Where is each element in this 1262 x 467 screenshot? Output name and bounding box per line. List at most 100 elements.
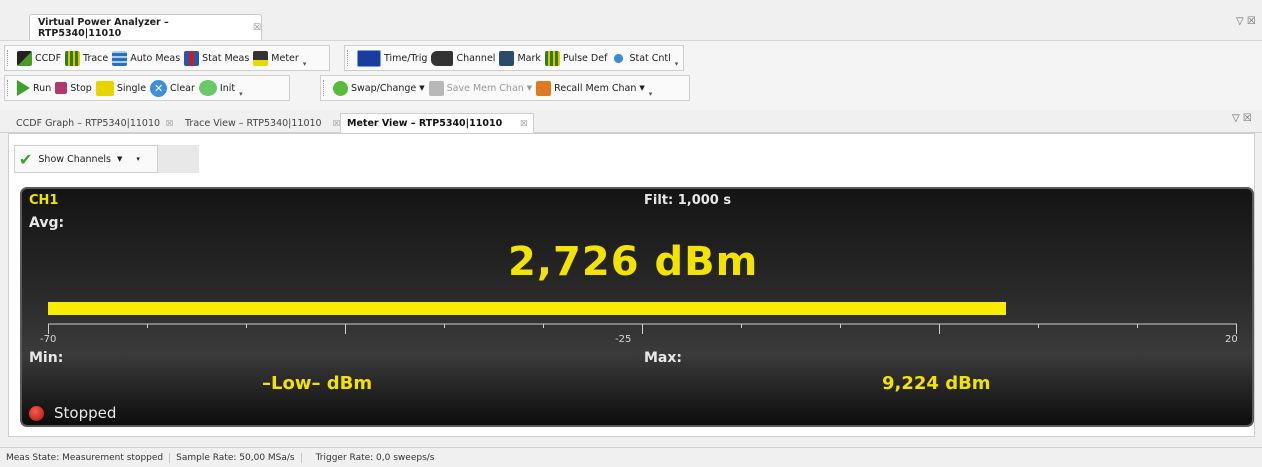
toolbar-views: CCDF Trace Auto Meas Stat Meas Meter ▾ [4,45,330,71]
channel-label: CH1 [29,193,59,208]
auto-meas-label: Auto Meas [130,52,181,64]
play-icon [17,80,30,96]
filter-label: Filt: 1,000 s [644,193,732,208]
time-trig-button[interactable]: Time/Trig [357,49,428,67]
mark-label: Mark [517,52,541,64]
swap-change-button[interactable]: Swap/Change ▼ [333,80,425,96]
pulse-icon [544,50,560,66]
avg-value: 2,726 dBm [508,239,759,285]
channel-label: Channel [456,52,496,64]
single-label: Single [116,82,147,94]
max-label: Max: [644,350,683,366]
power-meter-display: CH1 Filt: 1,000 s Avg: 2,726 dBm -70 -25… [20,187,1254,427]
stop-button[interactable]: Stop [55,82,92,94]
scale-min-label: -70 [40,334,57,345]
recall-icon [536,80,552,96]
stat-meas-button[interactable]: Stat Meas [184,50,250,66]
window-title: Virtual Power Analyzer – RTP5340|11010 [38,17,169,39]
recall-mem-chan-button[interactable]: Recall Mem Chan ▼ [536,80,645,96]
stop-label: Stop [70,82,92,94]
dropdown-arrow-icon: ▼ [419,84,425,92]
trigger-rate-status: Trigger Rate: 0,0 sweeps/s [315,452,435,463]
filter-icon [611,50,627,66]
toolbar-overflow-icon[interactable]: ▾ [303,60,307,68]
recall-mem-chan-label: Recall Mem Chan [554,82,637,94]
close-icon[interactable]: ☒ [253,23,261,33]
pulse-def-label: Pulse Def [562,52,608,64]
status-led-icon [29,406,44,421]
sensor-icon [431,50,454,66]
meter-button[interactable]: Meter [253,50,299,66]
window-title-tab[interactable]: Virtual Power Analyzer – RTP5340|11010 ☒ [29,14,262,41]
toolbar-setup: Time/Trig Channel Mark Pulse Def Stat Cn… [344,45,684,71]
toolbar-grip[interactable] [7,50,11,66]
meter-label: Meter [271,52,299,64]
ccdf-button[interactable]: CCDF [17,50,62,66]
tab-meter-view[interactable]: Meter View – RTP5340|11010 ☒ [340,113,535,133]
view-controls-icon[interactable]: ▽ ☒ [1232,113,1252,124]
clear-label: Clear [170,82,195,94]
auto-meas-button[interactable]: Auto Meas [112,50,181,66]
close-icon[interactable]: ☒ [520,119,527,128]
tab-ccdf-graph[interactable]: CCDF Graph – RTP5340|11010 ☒ [16,114,173,132]
table-icon [112,50,128,66]
sample-rate-status: Sample Rate: 50,00 MSa/s [170,452,302,463]
toolbar-grip[interactable] [323,80,327,96]
init-icon [198,80,217,96]
channel-button[interactable]: Channel [431,50,496,66]
window-controls-icon[interactable]: ▽ ☒ [1236,16,1256,27]
close-icon[interactable]: ☒ [166,119,173,128]
init-label: Init [219,82,236,94]
mark-button[interactable]: Mark [499,50,541,66]
run-state-label: Stopped [54,404,117,422]
tab-trace-view[interactable]: Trace View – RTP5340|11010 [185,114,322,132]
clear-icon: ✕ [150,79,168,97]
dropdown-arrow-icon: ▼ [639,84,645,92]
swap-icon [333,80,348,96]
trace-button[interactable]: Trace [65,50,108,66]
toolbar-grip[interactable] [347,50,351,66]
stop-icon [55,82,68,94]
toolbar-overflow-icon[interactable]: ▾ [136,155,140,163]
stat-cntl-button[interactable]: Stat Cntl [611,50,671,66]
toolbar-overflow-icon[interactable]: ▾ [675,60,679,68]
ccdf-label: CCDF [35,52,62,64]
clear-button[interactable]: ✕ Clear [150,79,195,97]
time-trig-label: Time/Trig [384,52,428,64]
status-bar: Meas State: Measurement stopped Sample R… [0,447,1262,467]
toolbar-grip[interactable] [7,80,11,96]
stat-cntl-label: Stat Cntl [629,52,671,64]
swap-change-label: Swap/Change [351,82,417,94]
save-mem-chan-label: Save Mem Chan [446,82,524,94]
show-channels-button[interactable]: ✔ Show Channels ▼ ▾ [14,145,158,173]
stat-meas-label: Stat Meas [202,52,250,64]
marker-icon [499,50,515,66]
single-sweep-icon [95,80,114,96]
level-bar [48,302,1006,315]
show-channels-label: Show Channels [38,153,112,165]
toolbar-overflow-icon[interactable]: ▾ [649,90,653,98]
toolbar-memory: Swap/Change ▼ Save Mem Chan ▼ Recall Mem C… [320,75,690,101]
checkmark-icon: ✔ [19,149,33,169]
pulse-def-button[interactable]: Pulse Def [544,50,608,66]
toolbar-overflow-icon[interactable]: ▾ [239,90,243,98]
dropdown-arrow-icon: ▼ [526,84,533,92]
run-label: Run [33,82,52,94]
ccdf-icon [17,50,32,66]
toolbar-area: CCDF Trace Auto Meas Stat Meas Meter ▾ T… [0,40,1262,111]
meas-state-status: Meas State: Measurement stopped [0,452,171,463]
scale-max-label: 20 [1225,334,1238,345]
save-mem-chan-button[interactable]: Save Mem Chan ▼ [428,80,533,96]
init-button[interactable]: Init [198,80,236,96]
run-button[interactable]: Run [17,80,51,96]
tab-label: Meter View – RTP5340|11010 [347,118,503,129]
max-value: 9,224 dBm [882,373,991,394]
stat-chart-icon [184,50,200,66]
single-button[interactable]: Single [95,80,147,96]
avg-label: Avg: [29,215,65,231]
min-value: –Low– dBm [262,373,373,394]
tab-label: CCDF Graph – RTP5340|11010 [16,117,161,129]
trace-icon [65,50,81,66]
show-channels-toolbar: ✔ Show Channels ▼ ▾ [14,145,199,173]
meter-scale [48,323,1237,334]
